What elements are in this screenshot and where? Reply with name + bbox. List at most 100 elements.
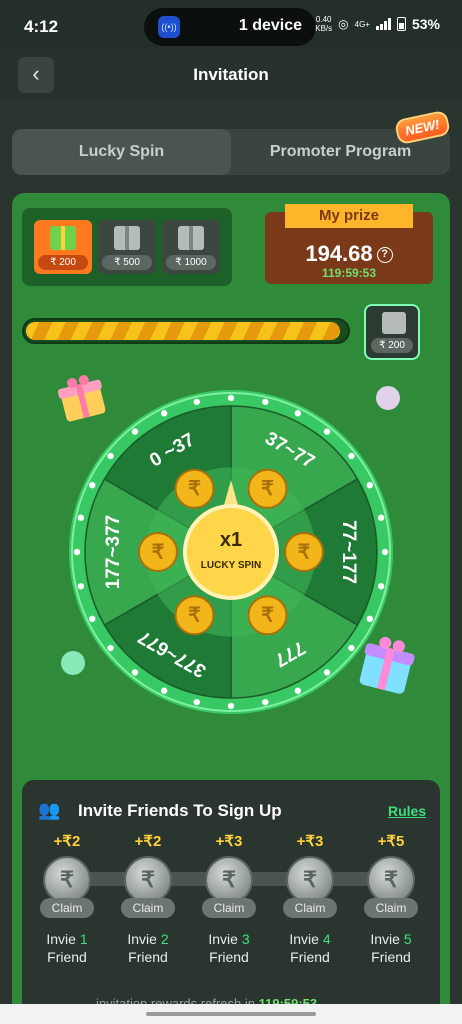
- prize-tier-1000[interactable]: ₹ 1000: [162, 220, 220, 274]
- spin-label: LUCKY SPIN: [201, 560, 261, 571]
- gift-icon: [178, 226, 204, 250]
- rim-light: [73, 548, 81, 556]
- claim-button[interactable]: Claim: [121, 898, 175, 918]
- prize-tier-500[interactable]: ₹ 500: [98, 220, 156, 274]
- help-icon[interactable]: ?: [376, 247, 393, 264]
- rim-light: [262, 698, 269, 706]
- rim-light: [323, 428, 331, 435]
- rim-light: [294, 687, 302, 694]
- step-label: Invie 1 Friend: [46, 931, 88, 965]
- rupee-coin-icon: ₹: [286, 856, 334, 904]
- step-reward: +₹3: [215, 833, 243, 850]
- rim-light: [160, 687, 168, 694]
- rupee-coin-icon: ₹: [124, 856, 172, 904]
- claim-button[interactable]: Claim: [202, 898, 256, 918]
- spin-multiplier: x1: [220, 529, 242, 551]
- step-label: Invie 3 Friend: [208, 931, 250, 965]
- rim-light: [348, 452, 355, 460]
- rim-light: [377, 514, 385, 521]
- progress-fill: [26, 322, 341, 340]
- app-header: ‹ Invitation: [0, 48, 462, 102]
- gift-icon: [50, 226, 76, 250]
- rim-light: [160, 410, 168, 417]
- my-prize-timer: 119:59:53: [321, 266, 377, 280]
- device-label: 1 device: [238, 17, 302, 34]
- status-bar: 4:12 ((•)) 1 device 0.40 KB/s ◎ 4G+ 53%: [0, 0, 462, 48]
- claim-button[interactable]: Claim: [364, 898, 418, 918]
- claim-button[interactable]: Claim: [283, 898, 337, 918]
- rupee-coin-symbol: ₹: [298, 541, 311, 563]
- gift-icon: [114, 226, 140, 250]
- my-prize-label: My prize: [285, 204, 413, 228]
- my-prize-value: 194.68: [305, 241, 373, 266]
- rim-light: [89, 481, 96, 489]
- rim-light: [107, 644, 114, 652]
- my-prize-value-row: 194.68?: [265, 241, 433, 267]
- invite-step-3: +₹3 ₹ Claim Invie 3 Friend: [194, 832, 264, 966]
- rupee-coin-icon: ₹: [205, 856, 253, 904]
- wheel-segment-label: 177~377: [103, 515, 124, 590]
- rules-link[interactable]: Rules: [388, 803, 426, 819]
- rupee-coin-symbol: ₹: [188, 478, 201, 500]
- system-icons: 0.40 KB/s ◎ 4G+ 53%: [315, 15, 440, 33]
- step-label: Invie 4 Friend: [289, 931, 331, 965]
- rupee-coin-symbol: ₹: [261, 605, 274, 627]
- rim-light: [77, 583, 85, 590]
- progress-target-amount: ₹ 200: [371, 338, 413, 353]
- my-prize-card: My prize 194.68? 119:59:53: [265, 204, 433, 284]
- rupee-coin-symbol: ₹: [261, 478, 274, 500]
- tab-lucky-spin[interactable]: Lucky Spin: [12, 129, 231, 175]
- step-reward: +₹5: [377, 833, 405, 850]
- lucky-wheel[interactable]: 37~77₹77~177₹777₹377~677₹177~377 ₹0 ~37₹x…: [69, 390, 393, 714]
- cast-pill[interactable]: ((•)) 1 device: [144, 8, 316, 46]
- rupee-coin-symbol: ₹: [188, 605, 201, 627]
- prize-tier-amount: ₹ 200: [38, 255, 88, 270]
- rupee-coin-icon: ₹: [367, 856, 415, 904]
- rim-light: [366, 615, 373, 623]
- invite-step-5: +₹5 ₹ Claim Invie 5 Friend: [356, 832, 426, 966]
- rim-light: [193, 398, 200, 406]
- battery-icon: [396, 17, 406, 31]
- rim-light: [262, 398, 269, 406]
- rim-light: [366, 481, 373, 489]
- net-speed: 0.40 KB/s: [315, 15, 333, 33]
- rim-light: [294, 410, 302, 417]
- rim-light: [348, 644, 355, 652]
- rim-light: [377, 583, 385, 590]
- invite-step-4: +₹3 ₹ Claim Invie 4 Friend: [275, 832, 345, 966]
- invite-step-1: +₹2 ₹ Claim Invie 1 Friend: [32, 832, 102, 966]
- prize-tier-amount: ₹ 1000: [166, 255, 216, 270]
- gift-icon: [382, 312, 406, 334]
- rim-light: [131, 669, 139, 676]
- rim-light: [77, 514, 85, 521]
- signal-icon: [375, 18, 391, 30]
- home-handle[interactable]: [146, 1012, 316, 1016]
- rupee-coin-symbol: ₹: [152, 541, 165, 563]
- spin-button: [183, 504, 279, 600]
- rim-light: [227, 702, 235, 710]
- battery-percent: 53%: [411, 16, 440, 32]
- wheel-segment-label: 77~177: [338, 520, 359, 584]
- rupee-coin-icon: ₹: [43, 856, 91, 904]
- rim-light: [323, 669, 331, 676]
- rim-light: [131, 428, 139, 435]
- prize-tier-200[interactable]: ₹ 200: [34, 220, 92, 274]
- step-reward: +₹2: [53, 833, 81, 850]
- rim-light: [89, 615, 96, 623]
- add-user-icon: 👥: [38, 800, 61, 820]
- rim-light: [193, 698, 200, 706]
- claim-button[interactable]: Claim: [40, 898, 94, 918]
- step-reward: +₹2: [134, 833, 162, 850]
- page-title: Invitation: [193, 65, 269, 84]
- invite-step-2: +₹2 ₹ Claim Invie 2 Friend: [113, 832, 183, 966]
- prize-tier-selector: ₹ 200 ₹ 500 ₹ 1000: [22, 208, 232, 286]
- progress-target: ₹ 200: [364, 304, 420, 360]
- hotspot-icon: ◎: [338, 17, 349, 31]
- rim-light: [381, 548, 389, 556]
- step-reward: +₹3: [296, 833, 324, 850]
- progress-bar: [22, 318, 350, 344]
- net-type: 4G+: [354, 19, 370, 29]
- invite-title: Invite Friends To Sign Up: [78, 801, 282, 820]
- rim-light: [227, 394, 235, 402]
- rim-light: [107, 452, 114, 460]
